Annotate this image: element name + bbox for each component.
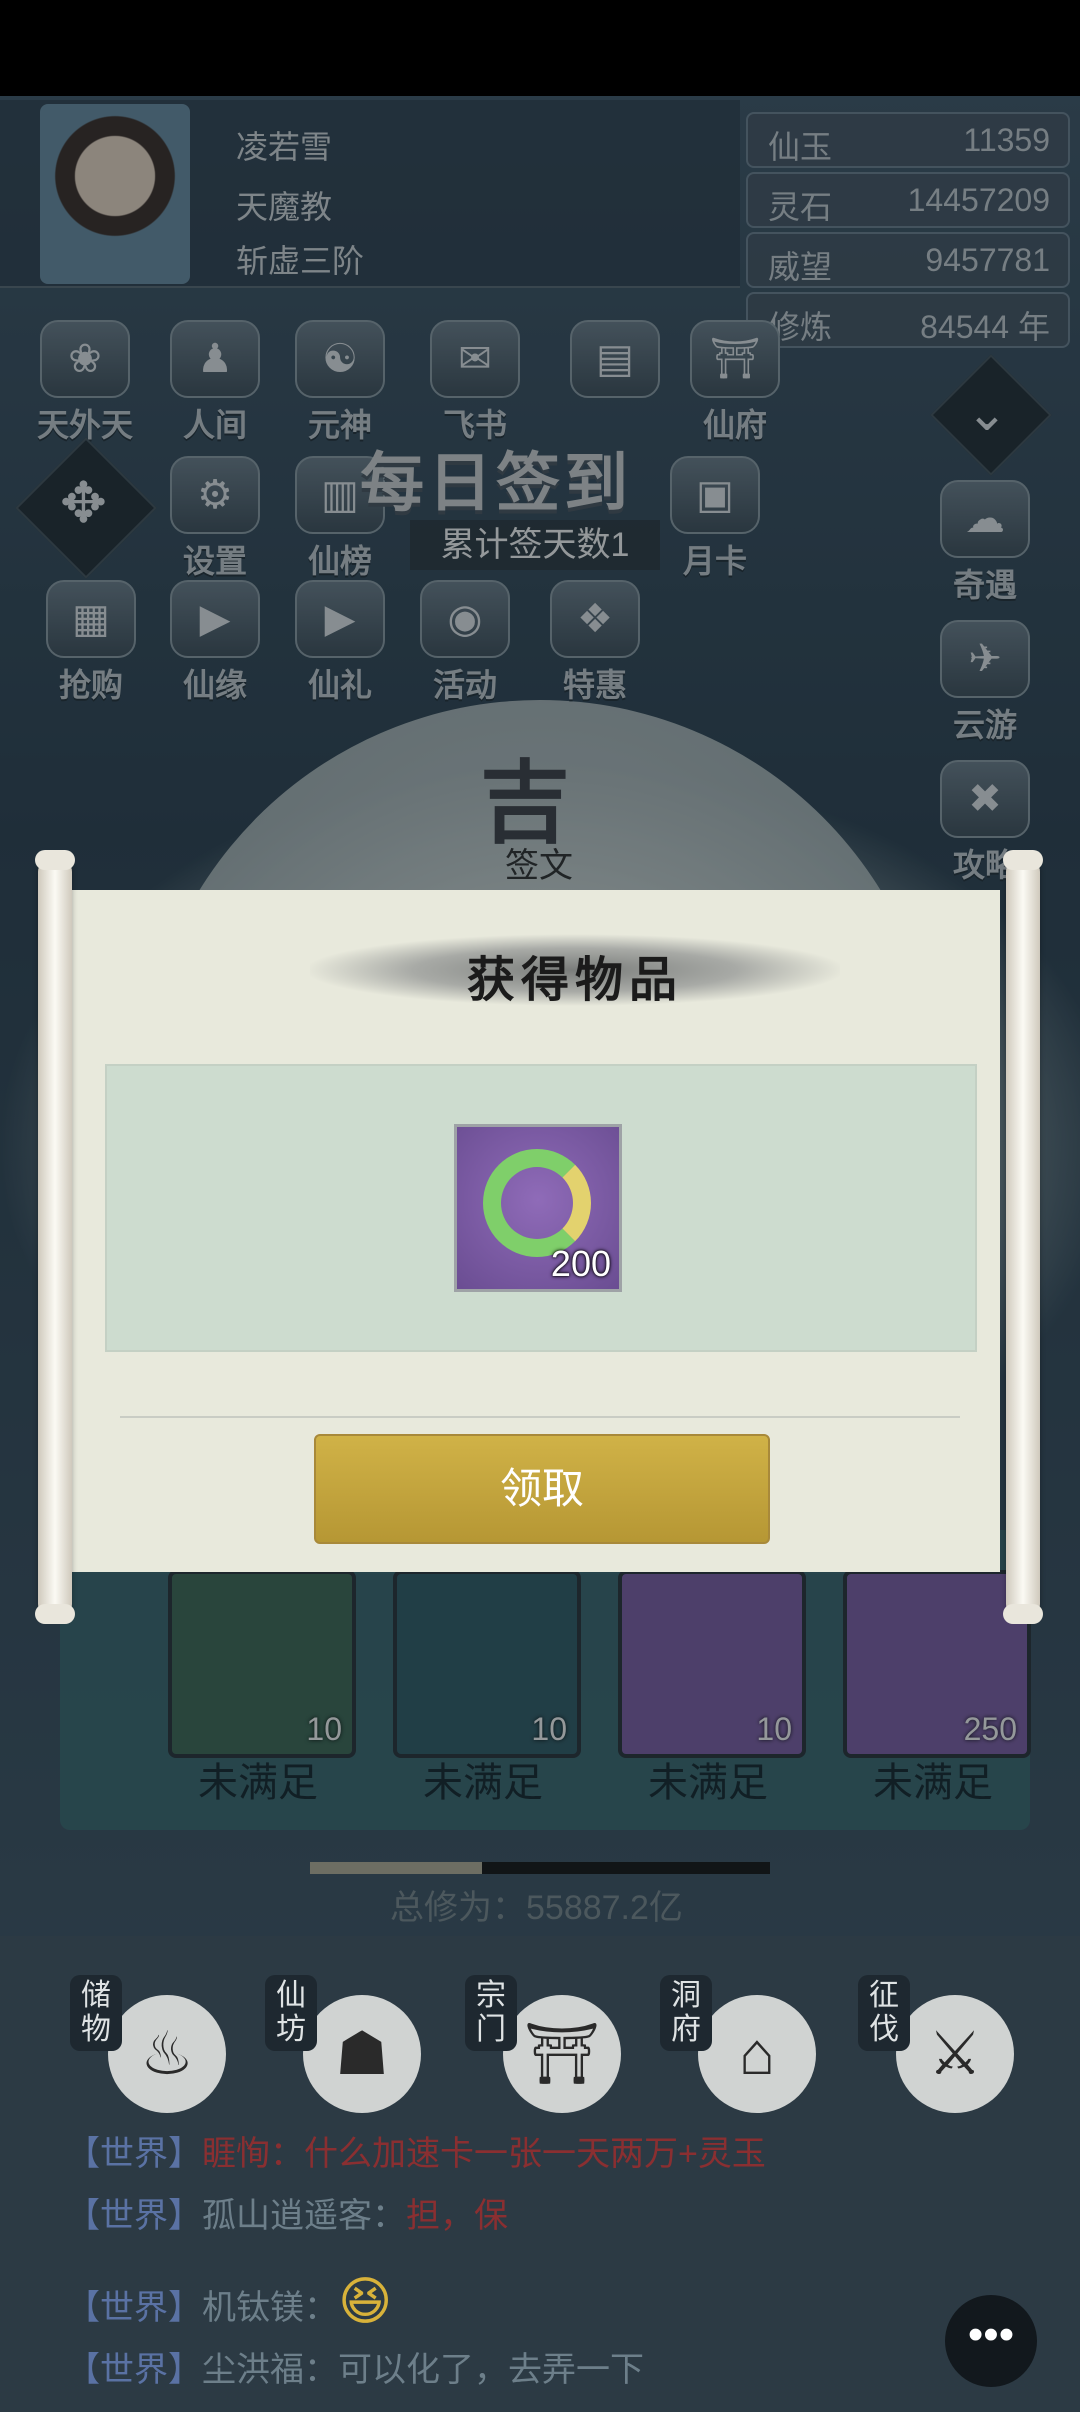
modal-title-banner: 获得物品 (310, 930, 840, 1010)
laughing-emoji-icon: 😆 (338, 2273, 393, 2331)
nav-label: 储物 (70, 1975, 122, 2051)
item-slot-jade[interactable]: 200 (454, 1124, 622, 1292)
chat-line[interactable]: 【世界】机钛镁：😆 (66, 2272, 392, 2332)
chat-line[interactable]: 【世界】孤山逍遥客：担，保 (66, 2188, 508, 2237)
market-icon: ☗ (303, 1995, 421, 2113)
chat-sender: 孤山逍遥客： (202, 2197, 406, 2235)
sect-gate-icon: ⛩ (503, 1995, 621, 2113)
modal-title: 获得物品 (466, 952, 683, 1008)
chat-bubble-icon[interactable]: ••• (945, 2295, 1037, 2387)
scroll-rod-left (38, 858, 72, 1618)
chat-message: 担，保 (406, 2197, 508, 2235)
chat-channel: 【世界】 (66, 2197, 202, 2235)
jade-ring-icon (483, 1149, 591, 1257)
nav-xianfang[interactable]: ☗ 仙坊 (265, 1975, 421, 2115)
cloud-divider (120, 1416, 960, 1418)
chat-message: 可以化了，去弄一下 (338, 2351, 644, 2389)
nav-zongmen[interactable]: ⛩ 宗门 (465, 1975, 621, 2115)
nav-label: 宗门 (465, 1975, 517, 2051)
chat-channel: 【世界】 (66, 2289, 202, 2327)
rod-cap (35, 850, 75, 870)
nav-chuwu[interactable]: ♨ 储物 (70, 1975, 226, 2115)
item-count: 200 (550, 1243, 611, 1284)
chat-sender: 机钛镁： (202, 2289, 338, 2327)
chat-sender: 睚恂： (202, 2135, 304, 2173)
chat-message: 什么加速卡一张一天两万+灵玉 (304, 2135, 766, 2173)
rod-cap (35, 1604, 75, 1624)
nav-dongfu[interactable]: ⌂ 洞府 (660, 1975, 816, 2115)
rod-cap (1003, 1604, 1043, 1624)
nav-label: 洞府 (660, 1975, 712, 2051)
rod-cap (1003, 850, 1043, 870)
pagoda-icon: ⌂ (698, 1995, 816, 2113)
chat-channel: 【世界】 (66, 2135, 202, 2173)
status-bar (0, 0, 1080, 96)
nav-label: 征伐 (858, 1975, 910, 2051)
chat-sender: 尘洪福： (202, 2351, 338, 2389)
nav-label: 仙坊 (265, 1975, 317, 2051)
chat-line[interactable]: 【世界】睚恂：什么加速卡一张一天两万+灵玉 (66, 2126, 766, 2175)
bag-icon: ♨ (108, 1995, 226, 2113)
claim-button[interactable]: 领取 (314, 1434, 770, 1544)
chat-channel: 【世界】 (66, 2351, 202, 2389)
chat-line[interactable]: 【世界】尘洪福：可以化了，去弄一下 (66, 2342, 644, 2391)
nav-zhengfa[interactable]: ⚔ 征伐 (858, 1975, 1014, 2115)
sword-icon: ⚔ (896, 1995, 1014, 2113)
scroll-rod-right (1006, 858, 1040, 1618)
